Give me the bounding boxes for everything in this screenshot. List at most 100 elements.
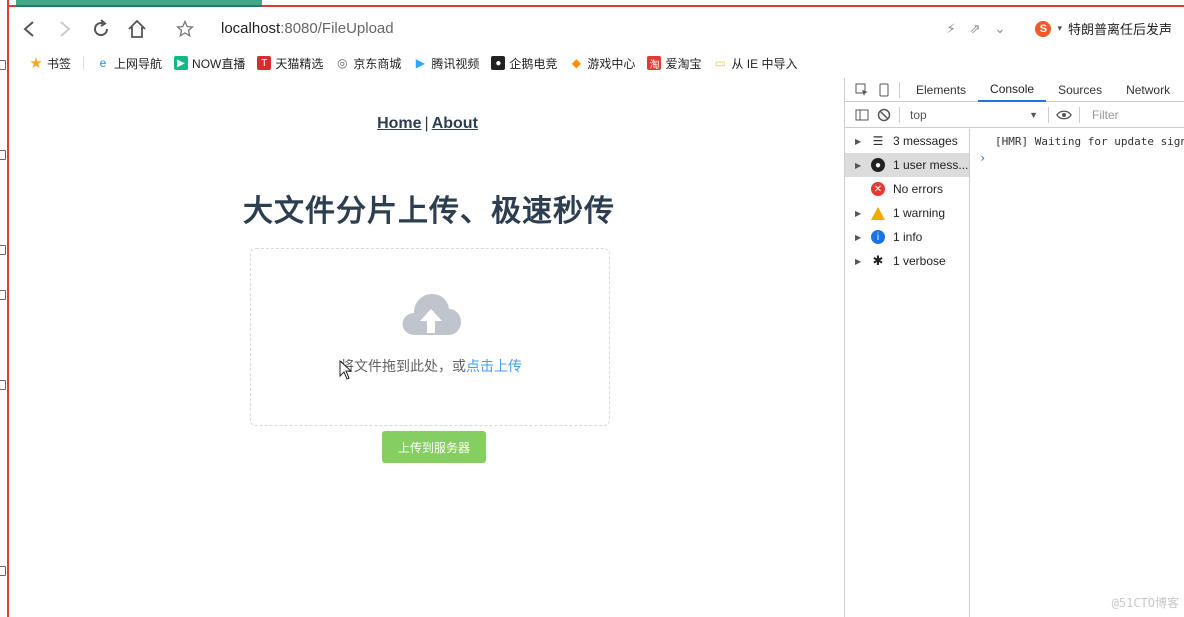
click-upload-link[interactable]: 点击上传 xyxy=(466,358,522,374)
console-sidebar: ▶ ☰ 3 messages ▶ ● 1 user mess... ✕ No errors ▶ 1… xyxy=(845,129,970,617)
left-sidebar-strip xyxy=(0,0,9,617)
expand-triangle-icon[interactable]: ▶ xyxy=(855,257,863,266)
clear-console-icon[interactable] xyxy=(873,104,895,126)
bookmark-label: 上网导航 xyxy=(114,56,163,71)
bookmark-label: 企鹅电竞 xyxy=(509,56,558,71)
device-toolbar-icon[interactable] xyxy=(873,79,895,101)
star-icon: ★ xyxy=(29,55,43,72)
lightning-icon[interactable]: ⚡ xyxy=(947,21,956,37)
chevron-left-icon xyxy=(23,21,34,37)
back-button[interactable] xyxy=(11,13,47,45)
globe-icon: ◎ xyxy=(337,56,348,70)
console-sidebar-label: 3 messages xyxy=(893,134,958,148)
inspect-icon[interactable] xyxy=(851,79,873,101)
home-icon xyxy=(128,19,146,38)
tab-elements[interactable]: Elements xyxy=(904,78,978,102)
console-sidebar-item[interactable]: ▶ ✱ 1 verbose xyxy=(845,249,969,273)
caret-down-icon: ▾ xyxy=(1057,23,1062,33)
sidebar-glyph-icon[interactable] xyxy=(0,150,6,160)
warning-icon xyxy=(871,206,885,220)
gamepad-icon: ◆ xyxy=(571,56,582,70)
error-icon: ✕ xyxy=(871,182,885,196)
bookmark-label: NOW直播 xyxy=(192,56,246,71)
console-output: [HMR] Waiting for update signal from WDS… xyxy=(971,129,1184,617)
tab-console[interactable]: Console xyxy=(978,78,1047,102)
expand-triangle-icon[interactable]: ▶ xyxy=(855,137,863,146)
bookmark-item[interactable]: e 上网导航 xyxy=(96,55,162,72)
expand-triangle-icon[interactable]: ▶ xyxy=(855,233,863,242)
hot-search[interactable]: S ▾ 特朗普离任后发声 xyxy=(1035,19,1172,38)
chevron-right-icon xyxy=(60,21,71,37)
toolbar-divider xyxy=(1079,106,1080,123)
sidebar-glyph-icon[interactable] xyxy=(0,290,6,300)
sidebar-glyph-icon[interactable] xyxy=(0,566,6,576)
console-sidebar-item[interactable]: ▶ 1 warning xyxy=(845,201,969,225)
bookmark-item[interactable]: ▭ 从 IE 中导入 xyxy=(713,55,798,72)
caret-down-icon: ▼ xyxy=(1029,109,1038,120)
tab-network[interactable]: Network xyxy=(1114,78,1182,102)
console-prompt-icon[interactable]: › xyxy=(979,151,986,165)
favorite-button[interactable] xyxy=(167,13,203,45)
mouse-cursor-icon xyxy=(339,360,353,380)
watermark-text: @51CTO博客 xyxy=(1111,596,1179,610)
info-icon: i xyxy=(871,230,885,244)
reload-button[interactable] xyxy=(83,13,119,45)
drop-hint: 将文件拖到此处，或 xyxy=(340,358,466,374)
devtools-divider xyxy=(899,81,900,98)
bookmark-item[interactable]: ● 企鹅电竞 xyxy=(491,55,557,72)
bookmark-item[interactable]: ★ 书签 xyxy=(29,55,71,72)
console-sidebar-item[interactable]: ✕ No errors xyxy=(845,177,969,201)
console-sidebar-item[interactable]: ▶ ☰ 3 messages xyxy=(845,129,969,153)
bug-icon: ✱ xyxy=(872,253,884,268)
console-toolbar: top ▼ Filter xyxy=(845,102,1184,128)
home-button[interactable] xyxy=(119,13,155,45)
bookmark-item[interactable]: ▶ NOW直播 xyxy=(174,55,245,72)
star-outline-icon xyxy=(176,20,194,38)
taobao-icon: 淘 xyxy=(647,56,662,71)
devtools-tabbar: Elements Console Sources Network xyxy=(845,78,1184,102)
bookmark-item[interactable]: 淘爱淘宝 xyxy=(647,55,701,72)
bookmark-item[interactable]: T 天猫精选 xyxy=(257,55,323,72)
share-icon[interactable]: ⇗ xyxy=(970,21,981,37)
context-select[interactable]: top ▼ xyxy=(904,106,1044,124)
active-browser-tab[interactable] xyxy=(16,0,262,7)
forward-button[interactable] xyxy=(47,13,83,45)
bookmark-item[interactable]: ◎ 京东商城 xyxy=(335,55,401,72)
upload-dropzone[interactable]: 将文件拖到此处，或点击上传 xyxy=(250,248,610,426)
console-sidebar-label: 1 info xyxy=(893,230,923,244)
nav-about-link[interactable]: About xyxy=(432,115,478,132)
filter-input[interactable]: Filter xyxy=(1092,108,1119,122)
devtools-tab-list: Elements Console Sources Network xyxy=(904,78,1182,102)
folder-icon: ▭ xyxy=(714,56,727,70)
cloud-upload-icon xyxy=(402,294,461,335)
user-icon: ● xyxy=(871,158,885,172)
console-message: [HMR] Waiting for update signal from WDS… xyxy=(995,135,1184,148)
tmall-icon: T xyxy=(257,56,272,70)
console-sidebar-label: 1 verbose xyxy=(893,254,946,268)
bookmark-label: 书签 xyxy=(47,56,72,71)
url-field[interactable]: localhost:8080/FileUpload xyxy=(221,20,394,37)
devtools-panel: Elements Console Sources Network top ▼ Filte… xyxy=(844,78,1184,617)
play-icon: ▶ xyxy=(415,56,425,70)
hot-search-text: 特朗普离任后发声 xyxy=(1067,22,1172,37)
chevron-down-icon[interactable]: ⌄ xyxy=(995,21,1006,37)
eye-icon[interactable] xyxy=(1053,104,1075,126)
expand-triangle-icon[interactable]: ▶ xyxy=(855,161,863,170)
tab-sources[interactable]: Sources xyxy=(1046,78,1114,102)
sidebar-toggle-icon[interactable] xyxy=(851,104,873,126)
sidebar-glyph-icon[interactable] xyxy=(0,380,6,390)
expand-triangle-icon[interactable]: ▶ xyxy=(855,209,863,218)
bookmark-separator xyxy=(83,56,85,70)
console-sidebar-item[interactable]: ▶ ● 1 user mess... xyxy=(845,153,969,177)
console-sidebar-item[interactable]: ▶ i 1 info xyxy=(845,225,969,249)
sidebar-glyph-icon[interactable] xyxy=(0,245,6,255)
page-title: 大文件分片上传、极速秒传 xyxy=(243,195,615,228)
ie-icon: e xyxy=(99,56,107,70)
bookmarks-bar: ★ 书签 e 上网导航 ▶ NOW直播 T 天猫精选 ◎ 京东商城 ▶ 腾讯视频 ● 企鹅电竞 ◆ 游戏中心淘… xyxy=(11,50,1184,76)
upload-to-server-button[interactable]: 上传到服务器 xyxy=(382,431,486,463)
nav-home-link[interactable]: Home xyxy=(377,115,421,132)
bookmark-item[interactable]: ◆ 游戏中心 xyxy=(569,55,636,72)
bookmark-item[interactable]: ▶ 腾讯视频 xyxy=(413,55,480,72)
web-page: Home | About 大文件分片上传、极速秒传 将文件拖到此处，或点击上传 上传… xyxy=(11,78,844,617)
sidebar-glyph-icon[interactable] xyxy=(0,60,6,70)
